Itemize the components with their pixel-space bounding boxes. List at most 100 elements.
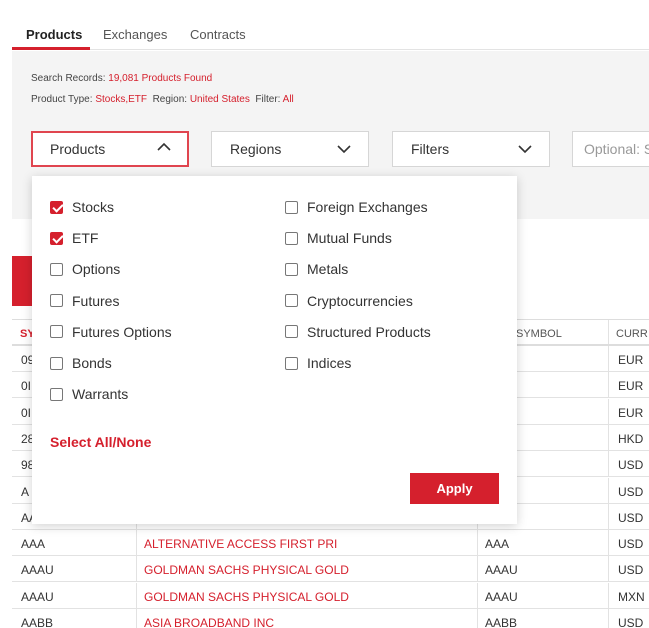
currency-cell: EUR bbox=[618, 379, 644, 394]
symbol-cell: 0I bbox=[21, 379, 32, 394]
option-foreign-exchanges[interactable]: Foreign Exchanges bbox=[285, 198, 428, 216]
products-dropdown[interactable]: Products bbox=[31, 131, 189, 167]
checkbox-unchecked-icon[interactable] bbox=[285, 294, 298, 308]
column-divider bbox=[608, 582, 609, 608]
option-stocks[interactable]: Stocks bbox=[50, 198, 114, 216]
option-label: Options bbox=[72, 261, 121, 278]
option-label: Foreign Exchanges bbox=[307, 199, 428, 215]
option-futures-options[interactable]: Futures Options bbox=[50, 323, 172, 341]
table-row[interactable]: AAAU GOLDMAN SACHS PHYSICAL GOLD AAAU USD bbox=[12, 556, 649, 583]
filters-dropdown-label: Filters bbox=[411, 141, 450, 157]
column-divider bbox=[608, 477, 609, 503]
option-label: Futures bbox=[72, 292, 120, 309]
option-indices[interactable]: Indices bbox=[285, 354, 351, 372]
regions-dropdown[interactable]: Regions bbox=[211, 131, 369, 167]
option-mutual-funds[interactable]: Mutual Funds bbox=[285, 229, 392, 247]
table-row[interactable]: AABB ASIA BROADBAND INC AABB USD bbox=[12, 609, 649, 628]
search-records-label: Search Records: bbox=[31, 73, 106, 84]
checkbox-unchecked-icon[interactable] bbox=[285, 325, 298, 339]
tab-contracts[interactable]: Contracts bbox=[190, 27, 246, 42]
chevron-down-icon bbox=[337, 145, 351, 154]
tab-exchanges[interactable]: Exchanges bbox=[103, 27, 167, 42]
chevron-down-icon bbox=[518, 145, 532, 154]
currency-cell: USD bbox=[618, 537, 644, 552]
description-cell[interactable]: ALTERNATIVE ACCESS FIRST PRI bbox=[144, 537, 337, 551]
option-cryptocurrencies[interactable]: Cryptocurrencies bbox=[285, 292, 413, 310]
option-structured-products[interactable]: Structured Products bbox=[285, 323, 431, 341]
region-label: Region: bbox=[152, 94, 188, 105]
option-options[interactable]: Options bbox=[50, 260, 120, 278]
ib-symbol-cell: AAAU bbox=[485, 563, 518, 578]
ib-symbol-cell: AAAU bbox=[485, 589, 518, 604]
ib-symbol-column-header[interactable]: SYMBOL bbox=[516, 328, 562, 340]
option-label: Indices bbox=[307, 355, 352, 371]
checkbox-unchecked-icon[interactable] bbox=[50, 294, 63, 308]
column-divider bbox=[136, 556, 137, 582]
description-cell[interactable]: GOLDMAN SACHS PHYSICAL GOLD bbox=[144, 563, 349, 577]
option-bonds[interactable]: Bonds bbox=[50, 354, 112, 372]
currency-cell: HKD bbox=[618, 431, 644, 446]
column-divider bbox=[608, 530, 609, 556]
checkbox-unchecked-icon[interactable] bbox=[285, 231, 298, 245]
description-cell[interactable]: GOLDMAN SACHS PHYSICAL GOLD bbox=[144, 590, 349, 604]
products-dropdown-panel: Stocks ETF Options Futures Futures Options Bo… bbox=[32, 176, 517, 524]
column-divider bbox=[477, 582, 478, 608]
option-warrants[interactable]: Warrants bbox=[50, 385, 128, 403]
column-divider bbox=[608, 346, 609, 371]
filters-dropdown[interactable]: Filters bbox=[392, 131, 550, 167]
checkbox-unchecked-icon[interactable] bbox=[50, 356, 63, 370]
checkbox-unchecked-icon[interactable] bbox=[50, 262, 63, 276]
description-cell[interactable]: ASIA BROADBAND INC bbox=[144, 616, 274, 628]
checkbox-checked-icon[interactable] bbox=[50, 231, 63, 245]
option-metals[interactable]: Metals bbox=[285, 260, 348, 278]
search-records-line: Search Records: 19,081 Products Found bbox=[31, 73, 212, 84]
currency-cell: USD bbox=[618, 563, 644, 578]
option-label: Cryptocurrencies bbox=[307, 292, 413, 309]
column-divider bbox=[608, 556, 609, 582]
search-criteria-line: Product Type: Stocks,ETF Region: United … bbox=[31, 94, 294, 105]
apply-button[interactable]: Apply bbox=[410, 473, 499, 504]
symbol-cell: AAAU bbox=[21, 563, 54, 578]
active-tab-indicator bbox=[12, 47, 90, 50]
checkbox-checked-icon[interactable] bbox=[50, 200, 63, 214]
ib-symbol-cell: AABB bbox=[485, 616, 518, 628]
filter-value[interactable]: All bbox=[283, 94, 294, 105]
tab-products[interactable]: Products bbox=[26, 27, 82, 42]
filter-label: Filter: bbox=[255, 94, 281, 105]
column-divider bbox=[608, 424, 609, 450]
checkbox-unchecked-icon[interactable] bbox=[285, 262, 298, 276]
table-row[interactable]: AAAU GOLDMAN SACHS PHYSICAL GOLD AAAU MXN bbox=[12, 582, 649, 609]
column-divider bbox=[608, 372, 609, 398]
table-row[interactable]: AAA ALTERNATIVE ACCESS FIRST PRI AAA USD bbox=[12, 530, 649, 557]
checkbox-unchecked-icon[interactable] bbox=[50, 325, 63, 339]
product-type-value[interactable]: Stocks,ETF bbox=[95, 94, 147, 105]
column-divider bbox=[608, 398, 609, 424]
currency-column-header[interactable]: CURR bbox=[616, 328, 648, 340]
currency-cell: EUR bbox=[618, 353, 644, 367]
search-records-value: 19,081 Products Found bbox=[108, 73, 213, 84]
region-value[interactable]: United States bbox=[190, 94, 250, 105]
option-etf[interactable]: ETF bbox=[50, 229, 98, 247]
column-divider bbox=[477, 609, 478, 628]
option-label: ETF bbox=[72, 230, 99, 247]
column-divider bbox=[136, 530, 137, 556]
option-label: Metals bbox=[307, 261, 349, 278]
products-dropdown-label: Products bbox=[50, 141, 106, 157]
select-all-none-link[interactable]: Select All/None bbox=[50, 434, 151, 450]
currency-cell: USD bbox=[618, 484, 644, 499]
currency-cell: EUR bbox=[618, 405, 644, 420]
column-divider bbox=[136, 582, 137, 608]
column-divider bbox=[136, 609, 137, 628]
symbol-cell: AAA bbox=[21, 537, 46, 552]
product-type-label: Product Type: bbox=[31, 94, 93, 105]
symbol-cell: A bbox=[21, 484, 30, 499]
checkbox-unchecked-icon[interactable] bbox=[285, 356, 298, 370]
checkbox-unchecked-icon[interactable] bbox=[285, 200, 298, 214]
checkbox-unchecked-icon[interactable] bbox=[50, 387, 63, 401]
option-futures[interactable]: Futures bbox=[50, 292, 119, 310]
symbol-cell: AABB bbox=[21, 616, 54, 628]
optional-search-input[interactable]: Optional: S bbox=[572, 131, 649, 167]
column-divider bbox=[608, 503, 609, 529]
currency-cell: USD bbox=[618, 616, 644, 628]
option-label: Mutual Funds bbox=[307, 230, 392, 247]
